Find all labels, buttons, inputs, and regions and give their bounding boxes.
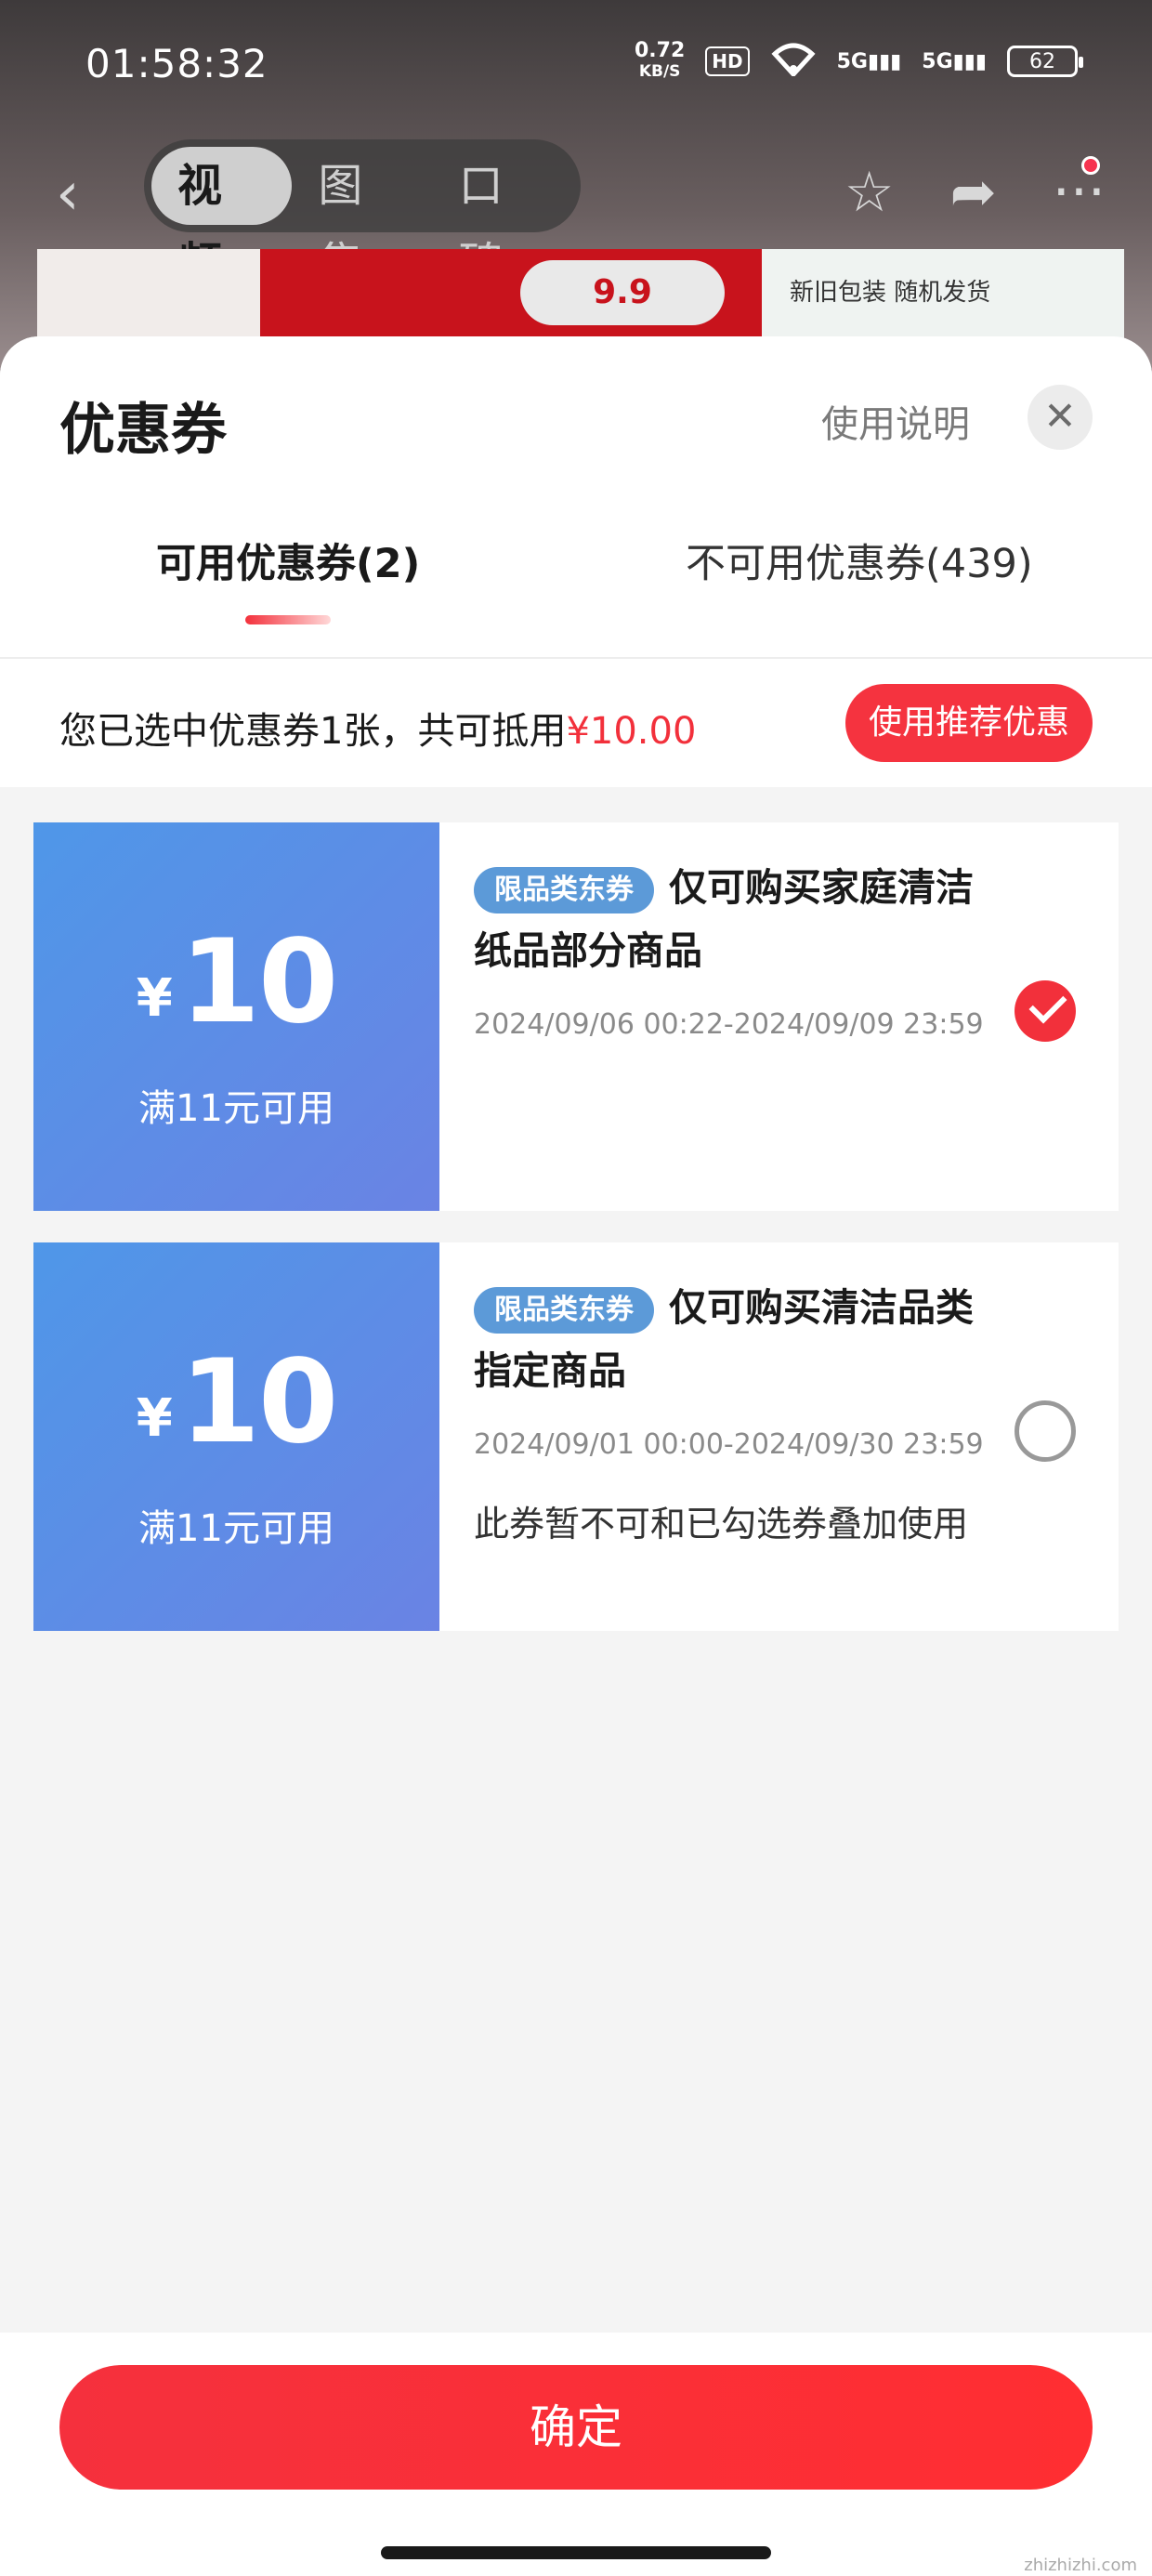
signal-icon-sim2: 5G▮▮▮ bbox=[922, 49, 987, 73]
coupon-condition: 满11元可用 bbox=[138, 1507, 334, 1550]
status-time: 01:58:32 bbox=[85, 41, 268, 86]
battery-icon: 62 bbox=[1007, 46, 1083, 77]
coupon-card[interactable]: ¥10 满11元可用 限品类东券 仅可购买家庭清洁 纸品部分商品 2024/09/… bbox=[28, 822, 1119, 1211]
coupon-validity: 2024/09/06 00:22-2024/09/09 23:59 bbox=[474, 1008, 984, 1041]
coupon-currency: ¥ bbox=[136, 968, 173, 1029]
coupon-title: 限品类东券 仅可购买家庭清洁 纸品部分商品 bbox=[474, 865, 974, 973]
status-bar: 01:58:32 0.72 KB/S HD 5G▮▮▮ 5G▮▮▮ 62 bbox=[0, 0, 1152, 139]
watermark: zhizhizhi.com bbox=[1024, 2556, 1137, 2575]
coupon-details: 限品类东券 仅可购买清洁品类 指定商品 bbox=[474, 1276, 1068, 1402]
tab-reviews[interactable]: 口碑 bbox=[433, 147, 573, 290]
unchecked-circle-icon[interactable] bbox=[1015, 1400, 1076, 1462]
usage-help-link[interactable]: 使用说明 bbox=[821, 394, 970, 448]
close-button[interactable]: ✕ bbox=[1028, 385, 1093, 450]
active-tab-indicator bbox=[245, 615, 331, 624]
signal-icon-sim1: 5G▮▮▮ bbox=[836, 49, 902, 73]
sheet-header: 优惠券 使用说明 ✕ 可用优惠券(2) 不可用优惠券(439) 您已选中优惠券1… bbox=[0, 336, 1152, 787]
back-icon[interactable]: ‹ bbox=[56, 160, 80, 229]
sheet-title: 优惠券 bbox=[59, 398, 227, 463]
wifi-icon bbox=[770, 41, 817, 82]
media-tabs: 视频 图集 口碑 bbox=[144, 139, 581, 290]
coupon-sheet: 优惠券 使用说明 ✕ 可用优惠券(2) 不可用优惠券(439) 您已选中优惠券1… bbox=[0, 336, 1152, 2576]
top-nav: ‹ 视频 图集 口碑 ☆ ➦ ··· bbox=[0, 139, 1152, 290]
coupon-amount: 10 bbox=[179, 915, 339, 1049]
coupon-details: 限品类东券 仅可购买家庭清洁 纸品部分商品 bbox=[474, 856, 1068, 982]
coupon-value-panel: ¥10 满11元可用 bbox=[28, 822, 439, 1211]
divider bbox=[0, 657, 1152, 659]
selection-summary: 您已选中优惠券1张，共可抵用¥10.00 bbox=[59, 710, 697, 753]
nav-actions: ☆ ➦ ··· bbox=[844, 160, 1106, 225]
coupon-tag: 限品类东券 bbox=[474, 1287, 654, 1334]
close-icon: ✕ bbox=[1043, 393, 1077, 439]
tab-video[interactable]: 视频 bbox=[151, 147, 293, 290]
coupon-value-panel: ¥10 满11元可用 bbox=[28, 1242, 439, 1631]
coupon-tabs: 可用优惠券(2) 不可用优惠券(439) bbox=[0, 532, 1152, 624]
tab-unavailable-coupons[interactable]: 不可用优惠券(439) bbox=[686, 532, 1033, 589]
sheet-footer: 确定 zhizhizhi.com bbox=[0, 2333, 1152, 2576]
status-icons: 0.72 KB/S HD 5G▮▮▮ 5G▮▮▮ 62 bbox=[634, 39, 1083, 82]
banner-logo: 9.9 bbox=[520, 260, 725, 325]
discount-amount: ¥10.00 bbox=[566, 710, 697, 753]
net-speed: 0.72 KB/S bbox=[634, 39, 686, 82]
coupon-amount: 10 bbox=[179, 1335, 339, 1469]
confirm-button[interactable]: 确定 bbox=[59, 2365, 1093, 2490]
hd-icon: HD bbox=[705, 46, 750, 76]
coupon-title: 限品类东券 仅可购买清洁品类 指定商品 bbox=[474, 1285, 974, 1393]
home-indicator[interactable] bbox=[381, 2546, 771, 2559]
star-icon[interactable]: ☆ bbox=[844, 160, 895, 225]
use-recommended-button[interactable]: 使用推荐优惠 bbox=[845, 684, 1093, 762]
coupon-condition: 满11元可用 bbox=[138, 1087, 334, 1130]
tab-gallery[interactable]: 图集 bbox=[292, 147, 432, 290]
share-icon[interactable]: ➦ bbox=[950, 160, 997, 225]
coupon-stacking-note: 此券暂不可和已勾选券叠加使用 bbox=[474, 1504, 969, 1544]
checked-icon[interactable] bbox=[1015, 980, 1076, 1042]
coupon-tag: 限品类东券 bbox=[474, 867, 654, 913]
coupon-card[interactable]: ¥10 满11元可用 限品类东券 仅可购买清洁品类 指定商品 2024/09/01… bbox=[28, 1242, 1119, 1631]
coupon-validity: 2024/09/01 00:00-2024/09/30 23:59 bbox=[474, 1428, 984, 1461]
coupon-currency: ¥ bbox=[136, 1388, 173, 1449]
tab-available-coupons[interactable]: 可用优惠券(2) bbox=[156, 532, 420, 589]
notification-dot bbox=[1081, 156, 1100, 175]
